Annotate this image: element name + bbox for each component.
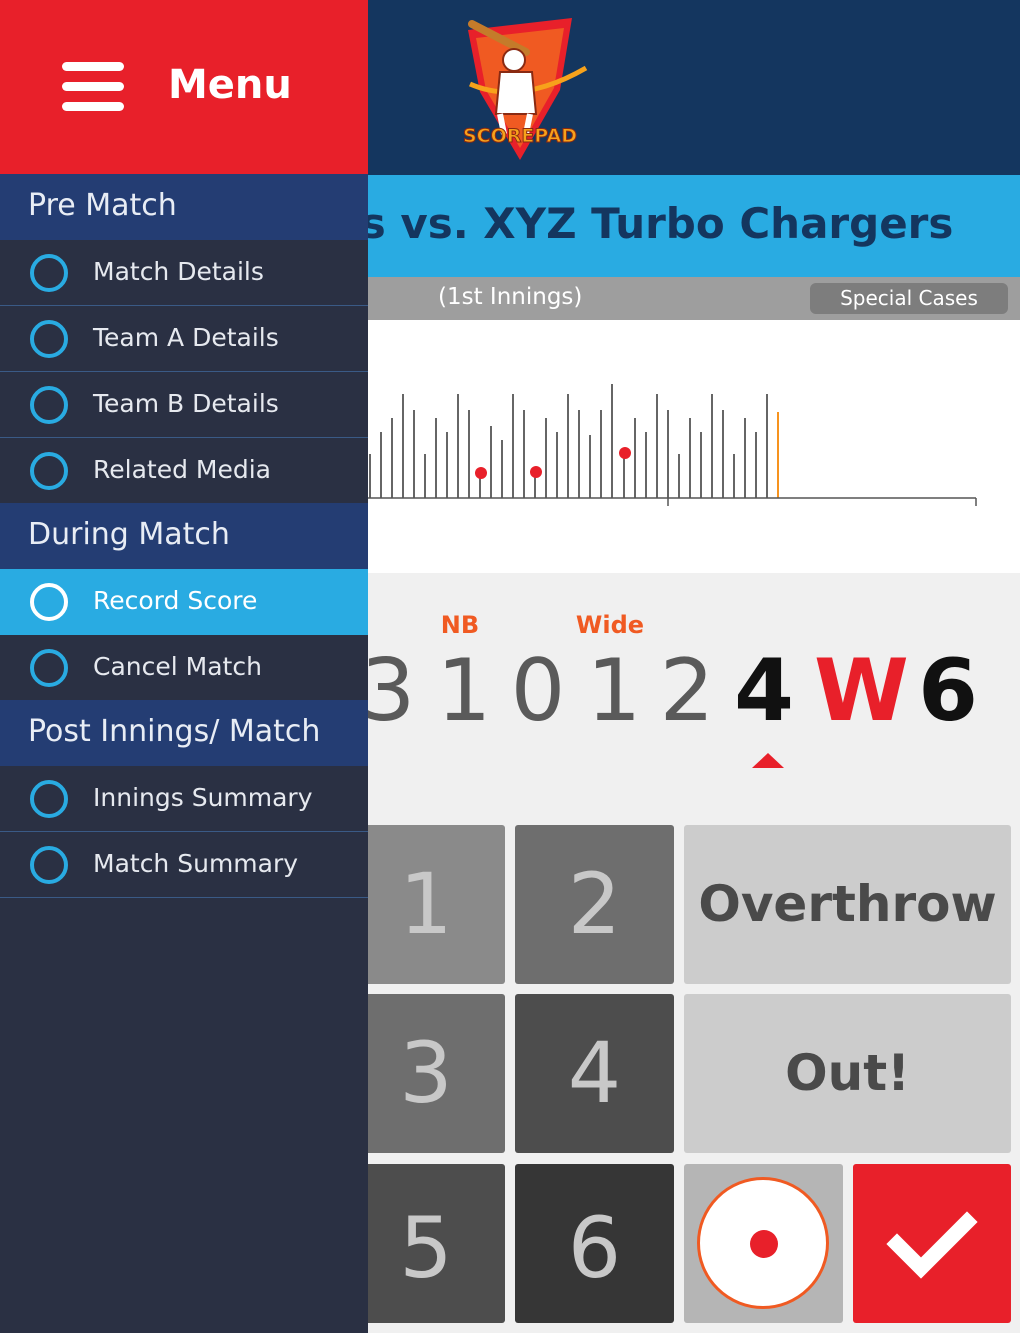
menu-item-match-details[interactable]: Match Details — [0, 240, 368, 306]
ball-value[interactable]: 0 — [498, 641, 578, 741]
ball-value-wicket[interactable]: W — [814, 641, 909, 741]
run-key-5[interactable]: 5 — [347, 1164, 505, 1323]
radio-circle-icon — [30, 320, 68, 358]
ball-value[interactable]: 1 — [424, 641, 504, 741]
scorepad-logo: SCOREPAD — [462, 18, 588, 160]
run-key-6[interactable]: 6 — [515, 1164, 674, 1323]
run-key-2[interactable]: 2 — [515, 825, 674, 984]
innings-label: (1st Innings) — [438, 284, 583, 310]
wicket-dot — [530, 466, 542, 478]
menu-item-team-b-details[interactable]: Team B Details — [0, 372, 368, 438]
overthrow-button[interactable]: Overthrow — [684, 825, 1011, 984]
ball-tag-nb: NB — [440, 611, 480, 639]
section-during-match: During Match — [0, 503, 368, 569]
ball-tag-wide: Wide — [575, 611, 645, 639]
menu-item-label: Team A Details — [93, 323, 279, 352]
ball-value[interactable]: 2 — [647, 641, 727, 741]
menu-item-team-a-details[interactable]: Team A Details — [0, 306, 368, 372]
navigation-drawer: Menu Pre Match Match Details Team A Deta… — [0, 0, 368, 1333]
record-button[interactable] — [684, 1164, 843, 1323]
run-key-1[interactable]: 1 — [347, 825, 505, 984]
confirm-button[interactable] — [853, 1164, 1011, 1323]
section-pre-match: Pre Match — [0, 174, 368, 240]
current-ball-value[interactable]: 4 — [724, 641, 804, 741]
radio-circle-icon — [30, 846, 68, 884]
menu-item-label: Related Media — [93, 455, 271, 484]
current-ball-marker — [752, 753, 784, 768]
menu-item-label: Match Details — [93, 257, 264, 286]
wicket-dot — [619, 447, 631, 459]
menu-item-label: Record Score — [93, 586, 258, 615]
drawer-header: Menu — [0, 0, 368, 174]
ball-value[interactable]: 6 — [908, 641, 988, 741]
logo-text: SCOREPAD — [463, 125, 577, 147]
menu-item-label: Cancel Match — [93, 652, 262, 681]
menu-item-record-score[interactable]: Record Score — [0, 569, 368, 635]
menu-item-label: Match Summary — [93, 849, 299, 878]
drawer-title: Menu — [168, 62, 292, 108]
menu-item-cancel-match[interactable]: Cancel Match — [0, 635, 368, 701]
wicket-dot — [475, 467, 487, 479]
menu-item-label: Team B Details — [93, 389, 279, 418]
run-key-3[interactable]: 3 — [347, 994, 505, 1153]
menu-item-related-media[interactable]: Related Media — [0, 438, 368, 504]
run-key-4[interactable]: 4 — [515, 994, 674, 1153]
radio-circle-icon — [30, 649, 68, 687]
record-dot — [750, 1230, 778, 1258]
radio-circle-icon — [30, 583, 68, 621]
checkmark-icon — [886, 1211, 978, 1279]
section-post-innings-match: Post Innings/ Match — [0, 700, 368, 766]
record-icon — [697, 1177, 829, 1309]
radio-circle-icon — [30, 386, 68, 424]
menu-item-innings-summary[interactable]: Innings Summary — [0, 766, 368, 832]
out-button[interactable]: Out! — [684, 994, 1011, 1153]
special-cases-button[interactable]: Special Cases — [810, 283, 1008, 314]
hamburger-menu-icon[interactable] — [62, 62, 124, 112]
radio-circle-icon — [30, 780, 68, 818]
radio-circle-icon — [30, 254, 68, 292]
menu-item-match-summary[interactable]: Match Summary — [0, 832, 368, 898]
menu-item-label: Innings Summary — [93, 783, 313, 812]
ball-value[interactable]: 1 — [574, 641, 654, 741]
radio-circle-icon — [30, 452, 68, 490]
match-title: rs vs. XYZ Turbo Chargers — [340, 199, 954, 248]
